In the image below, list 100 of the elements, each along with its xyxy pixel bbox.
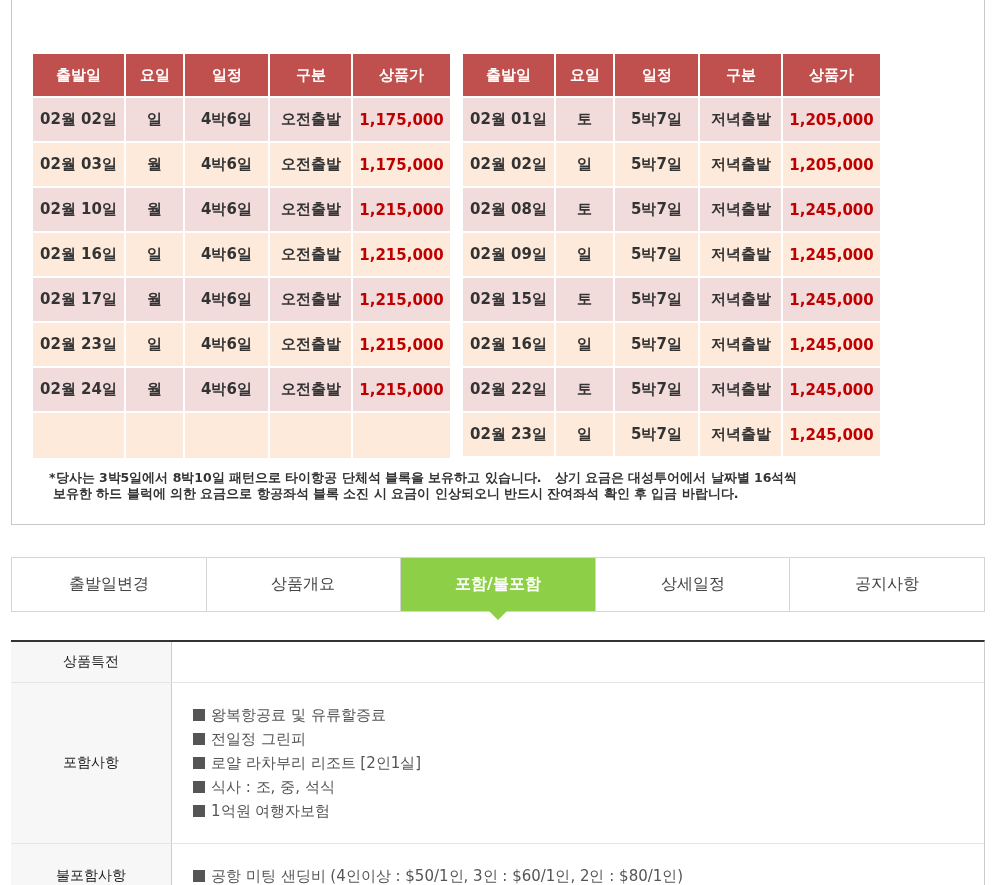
table-cell: 02월 08일 [463,188,554,231]
table-cell: 오전출발 [270,233,351,276]
table-cell: 4박6일 [185,278,268,321]
square-bullet-icon [193,870,205,882]
table-cell: 저녁출발 [700,188,781,231]
square-bullet-icon [193,733,205,745]
table-cell: 저녁출발 [700,143,781,186]
table-cell: 5박7일 [615,233,698,276]
table-cell: 4박6일 [185,368,268,411]
table-cell: 5박7일 [615,368,698,411]
table-cell: 오전출발 [270,323,351,366]
table-cell: 1,205,000 [783,143,880,186]
table-cell: 1,245,000 [783,368,880,411]
table-cell: 02월 23일 [33,323,124,366]
table-cell: 02월 24일 [33,368,124,411]
table-cell: 5박7일 [615,143,698,186]
table-cell: 02월 22일 [463,368,554,411]
table-cell: 저녁출발 [700,413,781,456]
table-cell: 1,215,000 [353,188,450,231]
table-cell: 4박6일 [185,188,268,231]
table-cell: 토 [556,278,613,321]
table-cell: 02월 03일 [33,143,124,186]
table-cell: 02월 09일 [463,233,554,276]
row-label: 상품특전 [11,642,172,682]
table-cell: 4박6일 [185,323,268,366]
table-cell: 1,215,000 [353,368,450,411]
notice-text: *당사는 3박5일에서 8박10일 패턴으로 타이항공 단체석 블록을 보유하고 있습니다. 상기 요금은 대성투어에서 날짜별 16석씩 [49,470,799,486]
table-cell: 1,175,000 [353,143,450,186]
column-header: 요일 [126,54,183,96]
table-cell: 1,215,000 [353,278,450,321]
table-cell: 4박6일 [185,98,268,141]
table-cell: 1,245,000 [783,188,880,231]
column-header: 구분 [270,54,351,96]
table-cell: 토 [556,188,613,231]
table-cell: 월 [126,143,183,186]
table-cell: 오전출발 [270,188,351,231]
table-cell: 4박6일 [185,143,268,186]
table-cell: 1,215,000 [353,323,450,366]
table-cell: 02월 02일 [33,98,124,141]
table-cell: 일 [556,323,613,366]
table-cell: 1,245,000 [783,233,880,276]
table-cell: 저녁출발 [700,233,781,276]
table-cell: 1,175,000 [353,98,450,141]
table-cell: 월 [126,368,183,411]
square-bullet-icon [193,805,205,817]
list-item-text: 1억원 여행자보험 [211,801,331,822]
table-cell: 1,245,000 [783,323,880,366]
column-header: 출발일 [33,54,124,96]
list-item-text: 로얄 라차부리 리조트 [2인1실] [211,753,422,774]
table-cell: 일 [556,413,613,456]
column-header: 일정 [185,54,268,96]
column-header: 일정 [615,54,698,96]
table-cell: 일 [126,233,183,276]
list-item-text: 식사 : 조, 중, 석식 [211,777,335,798]
tab-pointer-icon [489,611,507,620]
column-header: 출발일 [463,54,554,96]
table-cell: 02월 01일 [463,98,554,141]
table-cell: 5박7일 [615,323,698,366]
table-cell: 02월 02일 [463,143,554,186]
table-cell: 5박7일 [615,413,698,456]
list-item-text: 왕복항공료 및 유류할증료 [211,705,386,726]
list-item-text: 전일정 그린피 [211,729,306,750]
table-cell: 1,245,000 [783,278,880,321]
table-cell: 토 [556,98,613,141]
row-label: 불포함사항 [11,844,172,885]
table-cell: 1,245,000 [783,413,880,456]
table-cell: 4박6일 [185,233,268,276]
table-cell: 오전출발 [270,368,351,411]
table-cell: 저녁출발 [700,368,781,411]
table-cell: 저녁출발 [700,98,781,141]
table-cell: 오전출발 [270,278,351,321]
square-bullet-icon [193,709,205,721]
list-item-text: 공항 미팅 샌딩비 (4인이상 : $50/1인, 3인 : $60/1인, 2인 : $80/1인) [211,866,684,885]
column-header: 상품가 [783,54,880,96]
table-cell: 02월 15일 [463,278,554,321]
table-cell: 오전출발 [270,98,351,141]
table-cell: 일 [556,143,613,186]
table-cell: 02월 23일 [463,413,554,456]
table-cell: 1,215,000 [353,233,450,276]
table-cell: 02월 17일 [33,278,124,321]
table-cell: 5박7일 [615,188,698,231]
column-header: 상품가 [353,54,450,96]
table-cell: 02월 10일 [33,188,124,231]
table-cell: 일 [556,233,613,276]
table-cell: 1,205,000 [783,98,880,141]
table-cell: 5박7일 [615,98,698,141]
square-bullet-icon [193,757,205,769]
table-cell: 토 [556,368,613,411]
row-label: 포함사항 [11,683,172,843]
table-cell: 저녁출발 [700,323,781,366]
table-cell: 월 [126,278,183,321]
table-cell: 5박7일 [615,278,698,321]
notice-text: 보유한 하드 블럭에 의한 요금으로 항공좌석 블록 소진 시 요금이 인상되오니 반드시 잔여좌석 확인 후 입금 바랍니다. [52,486,740,502]
column-header: 구분 [700,54,781,96]
table-cell: 저녁출발 [700,278,781,321]
table-cell: 월 [126,188,183,231]
table-cell: 오전출발 [270,143,351,186]
square-bullet-icon [193,781,205,793]
column-header: 요일 [556,54,613,96]
table-cell: 02월 16일 [463,323,554,366]
